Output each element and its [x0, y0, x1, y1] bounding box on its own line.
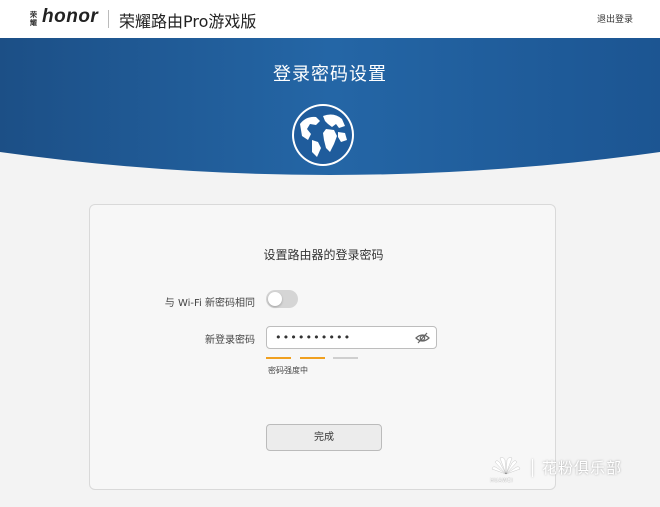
- logo-small-text: 荣耀: [30, 11, 37, 27]
- header-divider: [108, 10, 109, 28]
- strength-segment-2: [300, 357, 325, 359]
- strength-label: 密码强度中: [268, 366, 308, 375]
- form-title: 设置路由器的登录密码: [263, 248, 384, 262]
- new-password-label: 新登录密码: [205, 335, 255, 346]
- new-password-input[interactable]: [275, 329, 410, 346]
- watermark-text: 花粉俱乐部: [542, 459, 623, 477]
- watermark-divider: [532, 459, 533, 477]
- logout-link[interactable]: 退出登录: [597, 12, 633, 25]
- toggle-knob: [268, 292, 282, 306]
- done-button[interactable]: 完成: [266, 424, 382, 451]
- strength-segment-1: [266, 357, 291, 359]
- new-password-field[interactable]: [266, 326, 437, 349]
- same-as-wifi-label: 与 Wi-Fi 新密码相同: [164, 298, 255, 309]
- eye-icon[interactable]: [415, 331, 430, 345]
- watermark-brand: HUAWEI: [490, 478, 514, 484]
- same-as-wifi-toggle[interactable]: [266, 290, 298, 308]
- product-title: 荣耀路由Pro游戏版: [119, 12, 257, 31]
- strength-segment-3: [333, 357, 358, 359]
- page-title: 登录密码设置: [273, 64, 387, 85]
- top-bar: 荣耀 honor 荣耀路由Pro游戏版 退出登录: [0, 0, 660, 38]
- password-card: 设置路由器的登录密码 与 Wi-Fi 新密码相同 新登录密码 密码强度中 完成: [89, 204, 556, 490]
- globe-icon: [290, 102, 356, 168]
- honor-logo: honor: [42, 6, 99, 27]
